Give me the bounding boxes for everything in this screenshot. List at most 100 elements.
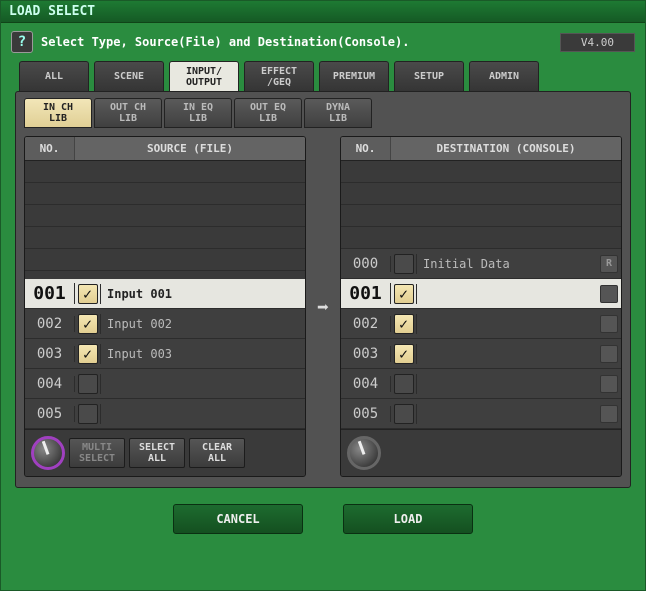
check-icon xyxy=(394,404,414,424)
source-row[interactable]: 001 ✓ Input 001 xyxy=(25,279,305,309)
version-badge: V4.00 xyxy=(560,33,635,52)
row-no: 000 xyxy=(341,256,391,272)
source-row[interactable]: 005 xyxy=(25,399,305,429)
load-button[interactable]: LOAD xyxy=(343,504,473,534)
check-icon xyxy=(78,404,98,424)
tab-all[interactable]: ALL xyxy=(19,61,89,91)
multi-select-button[interactable]: MULTI SELECT xyxy=(69,438,125,468)
check-icon xyxy=(394,374,414,394)
dest-row[interactable]: 004 xyxy=(341,369,621,399)
row-name: Input 003 xyxy=(101,347,305,361)
subtab-dyna-lib[interactable]: DYNA LIB xyxy=(304,98,372,128)
sub-tabs: IN CH LIB OUT CH LIB IN EQ LIB OUT EQ LI… xyxy=(24,98,622,128)
dest-row[interactable]: 000 Initial Data R xyxy=(341,249,621,279)
check-icon: ✓ xyxy=(394,284,414,304)
row-no: 003 xyxy=(341,346,391,362)
row-no: 002 xyxy=(25,316,75,332)
row-no: 002 xyxy=(341,316,391,332)
row-checkbox[interactable] xyxy=(391,374,417,394)
tab-input-output[interactable]: INPUT/ OUTPUT xyxy=(169,61,239,91)
row-checkbox[interactable]: ✓ xyxy=(75,284,101,304)
subtab-out-ch-lib[interactable]: OUT CH LIB xyxy=(94,98,162,128)
source-panel: NO. SOURCE (FILE) 001 ✓ Input 001 xyxy=(24,136,306,477)
row-no: 001 xyxy=(25,283,75,304)
source-header-title: SOURCE (FILE) xyxy=(75,137,305,160)
row-no: 005 xyxy=(341,406,391,422)
source-row[interactable]: 002 ✓ Input 002 xyxy=(25,309,305,339)
row-checkbox[interactable]: ✓ xyxy=(391,284,417,304)
select-all-button[interactable]: SELECT ALL xyxy=(129,438,185,468)
row-flag xyxy=(597,405,621,423)
content-panel: IN CH LIB OUT CH LIB IN EQ LIB OUT EQ LI… xyxy=(15,91,631,488)
cancel-button[interactable]: CANCEL xyxy=(173,504,303,534)
dest-header-no: NO. xyxy=(341,137,391,160)
source-row[interactable]: 003 ✓ Input 003 xyxy=(25,339,305,369)
arrow-right-icon: ➡ xyxy=(317,295,329,319)
row-checkbox[interactable] xyxy=(75,374,101,394)
tab-premium[interactable]: PREMIUM xyxy=(319,61,389,91)
subtab-in-ch-lib[interactable]: IN CH LIB xyxy=(24,98,92,128)
clear-all-button[interactable]: CLEAR ALL xyxy=(189,438,245,468)
row-name: Input 002 xyxy=(101,317,305,331)
row-checkbox[interactable] xyxy=(391,404,417,424)
row-flag xyxy=(597,345,621,363)
check-icon xyxy=(78,374,98,394)
check-icon: ✓ xyxy=(394,344,414,364)
row-checkbox[interactable]: ✓ xyxy=(75,344,101,364)
row-no: 004 xyxy=(341,376,391,392)
row-checkbox[interactable] xyxy=(391,254,417,274)
tab-effect-geq[interactable]: EFFECT /GEQ xyxy=(244,61,314,91)
source-row[interactable]: 004 xyxy=(25,369,305,399)
check-icon: ✓ xyxy=(394,314,414,334)
check-icon: ✓ xyxy=(78,284,98,304)
title-bar: LOAD SELECT xyxy=(1,1,645,23)
row-no: 005 xyxy=(25,406,75,422)
row-checkbox[interactable] xyxy=(75,404,101,424)
dest-header: NO. DESTINATION (CONSOLE) xyxy=(341,137,621,161)
dest-footer xyxy=(341,429,621,476)
check-icon: ✓ xyxy=(78,344,98,364)
window: LOAD SELECT ? Select Type, Source(File) … xyxy=(0,0,646,591)
dest-row[interactable]: 005 xyxy=(341,399,621,429)
row-checkbox[interactable]: ✓ xyxy=(391,344,417,364)
row-name: Initial Data xyxy=(417,257,597,271)
row-no: 001 xyxy=(341,283,391,304)
check-icon xyxy=(394,254,414,274)
subtab-out-eq-lib[interactable]: OUT EQ LIB xyxy=(234,98,302,128)
panels: NO. SOURCE (FILE) 001 ✓ Input 001 xyxy=(24,136,622,477)
dest-rows: 000 Initial Data R 001 ✓ 002 ✓ xyxy=(341,249,621,429)
scroll-knob[interactable] xyxy=(347,436,381,470)
bottom-buttons: CANCEL LOAD xyxy=(1,496,645,544)
subtab-in-eq-lib[interactable]: IN EQ LIB xyxy=(164,98,232,128)
source-header-no: NO. xyxy=(25,137,75,160)
source-spacer xyxy=(25,161,305,279)
dest-row[interactable]: 001 ✓ xyxy=(341,279,621,309)
row-no: 003 xyxy=(25,346,75,362)
row-no: 004 xyxy=(25,376,75,392)
source-rows: 001 ✓ Input 001 002 ✓ Input 002 003 ✓ In… xyxy=(25,279,305,429)
row-checkbox[interactable]: ✓ xyxy=(391,314,417,334)
row-flag xyxy=(597,315,621,333)
window-title: LOAD SELECT xyxy=(9,4,95,19)
destination-panel: NO. DESTINATION (CONSOLE) 000 Initial Da… xyxy=(340,136,622,477)
dest-row[interactable]: 003 ✓ xyxy=(341,339,621,369)
tab-admin[interactable]: ADMIN xyxy=(469,61,539,91)
row-flag xyxy=(597,375,621,393)
row-flag xyxy=(597,285,621,303)
arrow-column: ➡ xyxy=(312,136,334,477)
dest-spacer xyxy=(341,161,621,249)
dest-row[interactable]: 002 ✓ xyxy=(341,309,621,339)
scroll-knob[interactable] xyxy=(31,436,65,470)
row-name: Input 001 xyxy=(101,287,305,301)
row-checkbox[interactable]: ✓ xyxy=(75,314,101,334)
check-icon: ✓ xyxy=(78,314,98,334)
help-bar: ? Select Type, Source(File) and Destinat… xyxy=(1,23,645,59)
dest-header-title: DESTINATION (CONSOLE) xyxy=(391,137,621,160)
top-tabs: ALL SCENE INPUT/ OUTPUT EFFECT /GEQ PREM… xyxy=(1,61,645,91)
tab-scene[interactable]: SCENE xyxy=(94,61,164,91)
source-header: NO. SOURCE (FILE) xyxy=(25,137,305,161)
help-text: Select Type, Source(File) and Destinatio… xyxy=(41,35,409,49)
source-footer: MULTI SELECT SELECT ALL CLEAR ALL xyxy=(25,429,305,476)
tab-setup[interactable]: SETUP xyxy=(394,61,464,91)
help-icon[interactable]: ? xyxy=(11,31,33,53)
